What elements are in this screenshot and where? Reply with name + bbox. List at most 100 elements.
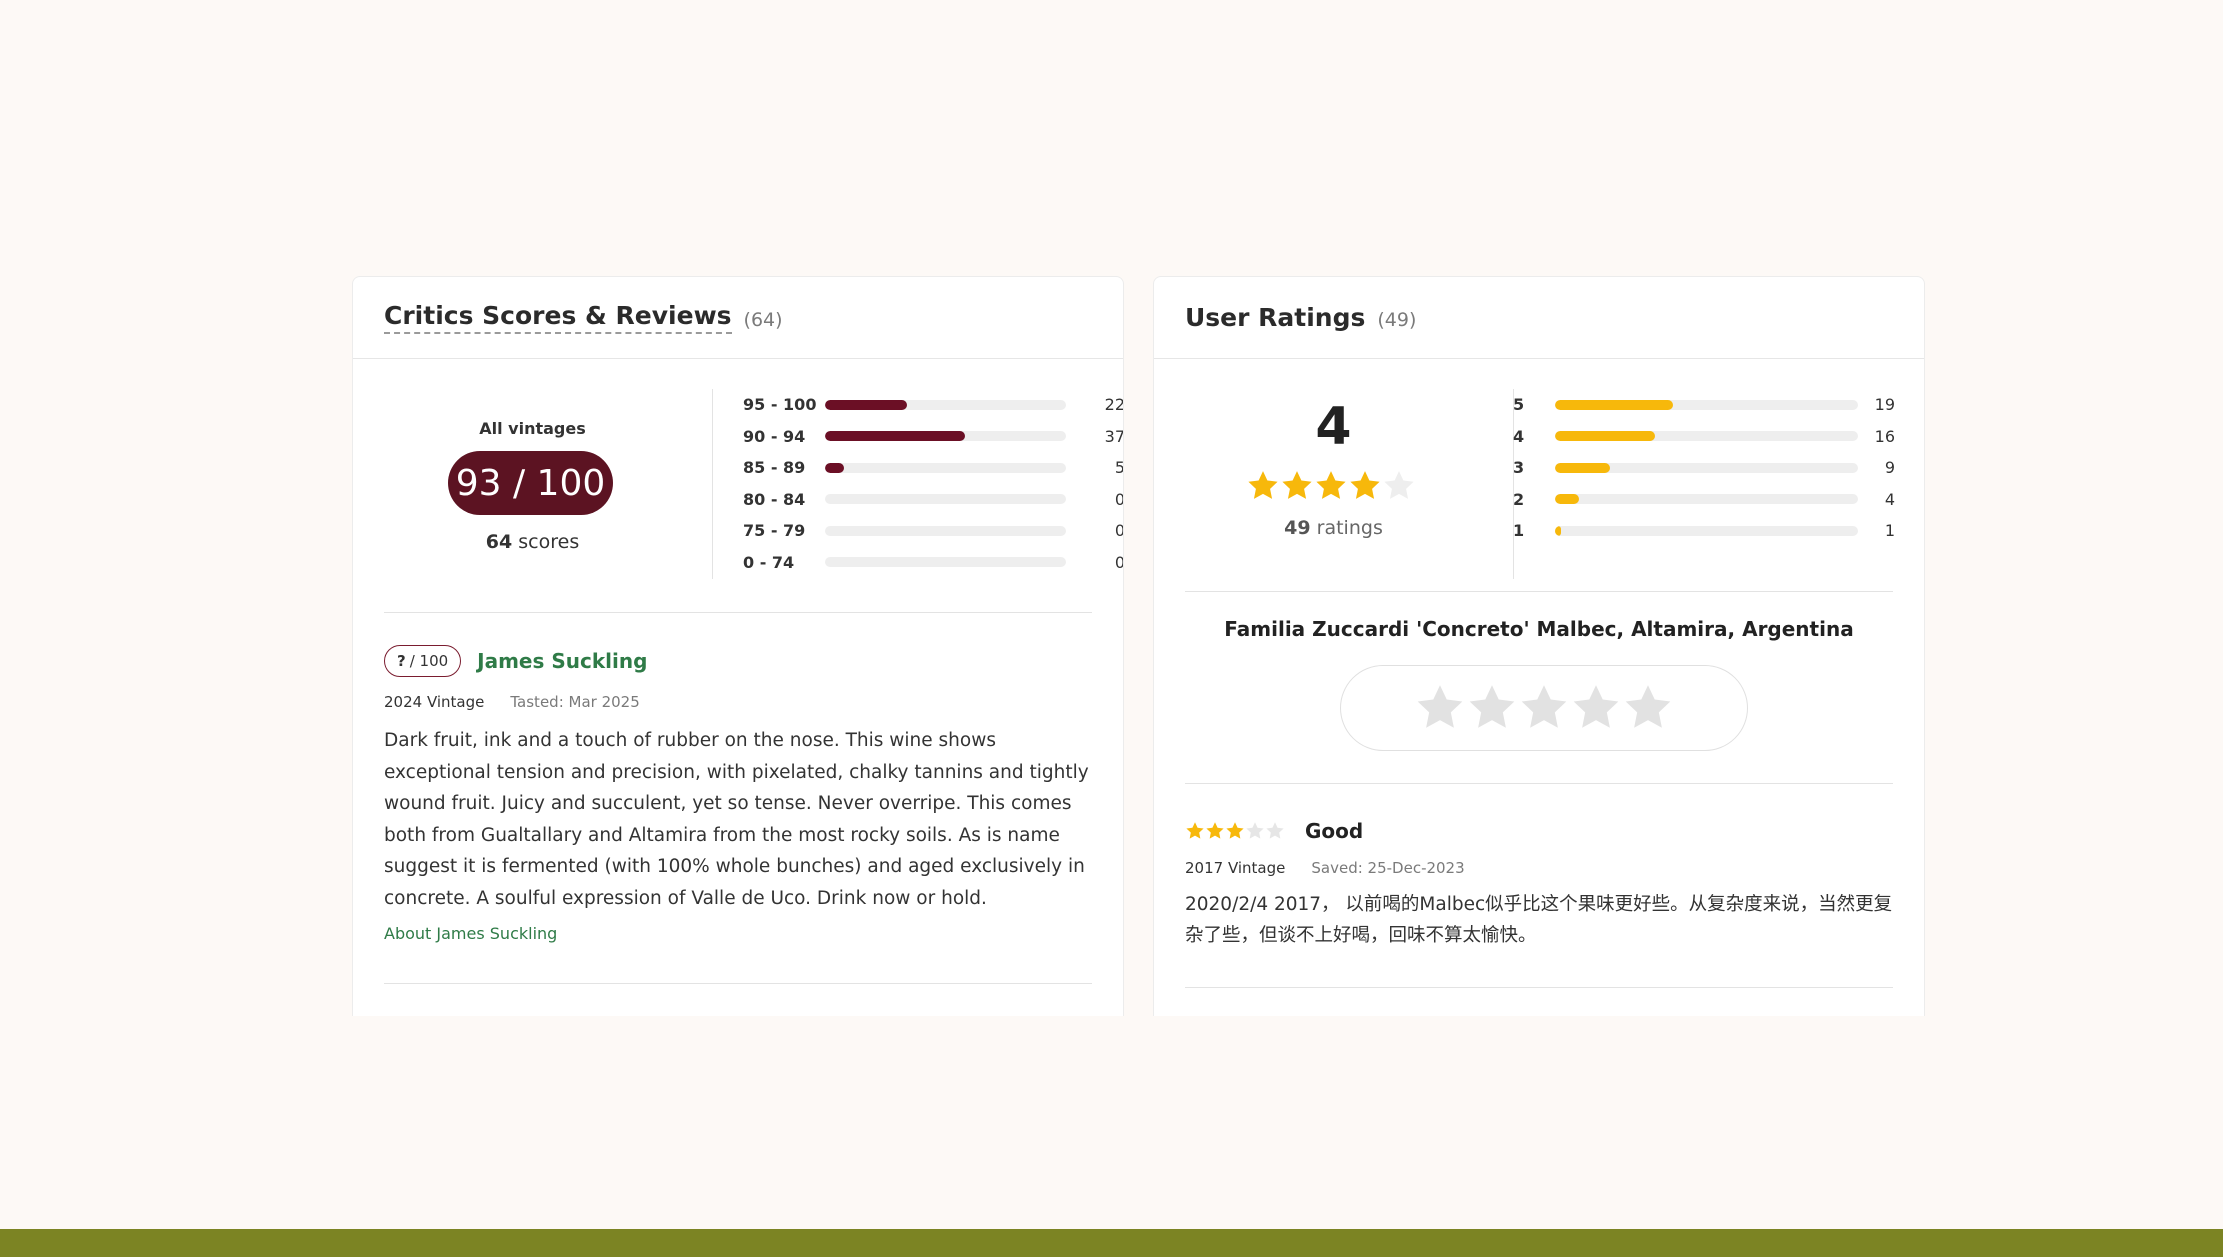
critic-score-range-row: 75 - 79 0 xyxy=(743,515,1123,547)
critic-score-range-label: 90 - 94 xyxy=(743,426,806,446)
divider xyxy=(384,983,1092,984)
user-rating-level-bar-fill xyxy=(1555,431,1655,442)
critic-score-range-label: 0 - 74 xyxy=(743,552,795,572)
user-rating-level-bar-track xyxy=(1555,431,1858,442)
rate-star-icon[interactable] xyxy=(1518,682,1570,734)
user-review-stars xyxy=(1185,821,1285,841)
user-rating-level-row: 11 xyxy=(1513,515,1895,547)
critic-score-range-bar-track xyxy=(825,525,1066,536)
user-review-meta: 2017 Vintage Saved: 25-Dec-2023 xyxy=(1185,859,1893,877)
critic-score-range-row: 90 - 94 37 xyxy=(743,421,1123,453)
critic-score-range-label: 75 - 79 xyxy=(743,521,806,541)
user-ratings-title: User Ratings xyxy=(1185,303,1366,332)
user-rating-level-bar-fill xyxy=(1555,494,1580,505)
user-rating-level-bar-fill xyxy=(1555,399,1674,410)
user-rating-level-value: 4 xyxy=(1884,489,1895,509)
critic-score-range-bar-track xyxy=(825,431,1066,442)
scores-count-word: scores xyxy=(518,531,580,553)
user-review-title: Good xyxy=(1305,819,1364,843)
critic-score-range-bar-track xyxy=(825,494,1066,505)
average-stars xyxy=(1246,469,1416,503)
critic-score-range-bar-track xyxy=(825,462,1066,473)
user-rating-level-value: 1 xyxy=(1884,521,1895,541)
rate-star-icon[interactable] xyxy=(1466,682,1518,734)
user-rating-level-value: 16 xyxy=(1874,426,1895,446)
star-icon xyxy=(1384,471,1414,499)
critic-name-link[interactable]: James Suckling xyxy=(477,649,647,673)
about-critic-link[interactable]: About James Suckling xyxy=(384,924,1092,943)
footer-bar xyxy=(0,1229,2223,1257)
user-review: Good 2017 Vintage Saved: 25-Dec-2023 202… xyxy=(1185,819,1893,951)
user-rating-level-value: 19 xyxy=(1874,395,1895,415)
user-rating-distribution: 5 19 4 16 3 9 2 4 1 1 xyxy=(1513,389,1895,547)
critic-score-range-bar-fill xyxy=(825,399,907,410)
critics-title[interactable]: Critics Scores & Reviews xyxy=(384,301,732,334)
user-rating-level-label: 5 xyxy=(1513,395,1525,415)
critics-overall: All vintages 93 / 100 64 scores xyxy=(384,389,681,579)
user-rating-level-label: 1 xyxy=(1513,521,1525,541)
critic-score-badge: ? / 100 xyxy=(384,645,462,677)
rate-star-icon[interactable] xyxy=(1622,682,1674,734)
user-rating-level-label: 2 xyxy=(1513,489,1525,509)
star-icon xyxy=(1226,822,1244,839)
rate-star-icon[interactable] xyxy=(1570,682,1622,734)
critic-score-range-bar-fill xyxy=(825,431,965,442)
rate-wine-stars[interactable] xyxy=(1340,665,1748,751)
critics-score-distribution: 95 - 100 22 90 - 94 37 85 - 89 5 80 - 84 0 75 - … xyxy=(743,389,1124,579)
critic-score-range-value: 0 xyxy=(1114,489,1124,509)
critic-score-range-value: 22 xyxy=(1104,395,1124,415)
user-ratings-panel: User Ratings (49) 4 49 ratings 5 19 4 16 3 9 2… xyxy=(1153,276,1925,1016)
user-rating-level-bar-track xyxy=(1555,525,1858,536)
critic-review-text: Dark fruit, ink and a touch of rubber on… xyxy=(384,730,1089,909)
wine-name: Familia Zuccardi 'Concreto' Malbec, Alta… xyxy=(1224,617,1854,641)
star-icon xyxy=(1350,471,1380,499)
average-rating: 4 xyxy=(1315,397,1352,457)
critic-score-range-bar-fill xyxy=(825,462,845,473)
user-review-head: Good xyxy=(1185,819,1893,843)
critic-score-range-label: 80 - 84 xyxy=(743,489,806,509)
star-icon xyxy=(1266,822,1284,839)
star-icon xyxy=(1186,822,1204,839)
critics-panel: Critics Scores & Reviews (64) All vintag… xyxy=(352,276,1124,1016)
critic-score-suffix: / 100 xyxy=(409,652,449,670)
critics-header: Critics Scores & Reviews (64) xyxy=(353,277,1123,359)
user-rating-level-value: 9 xyxy=(1884,458,1895,478)
critic-score-range-row: 95 - 100 22 xyxy=(743,389,1124,421)
ratings-count-number: 49 xyxy=(1284,517,1311,539)
critic-score-range-value: 0 xyxy=(1114,552,1124,572)
star-icon xyxy=(1316,471,1346,499)
star-icon xyxy=(1246,822,1264,839)
user-rating-level-label: 3 xyxy=(1513,458,1525,478)
user-review-text: 2020/2/4 2017， 以前喝的Malbec似乎比这个果味更好些。从复杂度… xyxy=(1185,894,1893,946)
critic-score-range-label: 95 - 100 xyxy=(743,395,817,415)
user-ratings-header: User Ratings (49) xyxy=(1154,277,1924,359)
critics-count: (64) xyxy=(743,308,783,331)
user-rating-overall: 4 49 ratings xyxy=(1185,389,1482,579)
review-vintage: 2024 Vintage xyxy=(384,693,485,711)
user-rating-level-label: 4 xyxy=(1513,426,1525,446)
review-tasted-date: Tasted: Mar 2025 xyxy=(510,693,640,711)
critic-score-value: ? xyxy=(397,652,406,670)
summary-divider xyxy=(712,389,713,579)
divider xyxy=(1185,591,1893,592)
critic-review-meta: 2024 Vintage Tasted: Mar 2025 xyxy=(384,693,1092,711)
rate-star-icon[interactable] xyxy=(1414,682,1466,734)
user-rating-level-row: 24 xyxy=(1513,484,1895,516)
star-icon xyxy=(1282,471,1312,499)
critic-score-range-bar-track xyxy=(825,557,1066,568)
star-icon xyxy=(1248,471,1278,499)
critic-score-range-bar-track xyxy=(825,399,1066,410)
ratings-count: 49 ratings xyxy=(1185,517,1482,539)
critic-score-range-row: 85 - 89 5 xyxy=(743,452,1123,484)
critic-score-range-label: 85 - 89 xyxy=(743,458,806,478)
user-rating-level-bar-track xyxy=(1555,494,1858,505)
ratings-count-word: ratings xyxy=(1316,517,1383,539)
critic-score-range-row: 80 - 84 0 xyxy=(743,484,1124,516)
user-review-saved-date: Saved: 25-Dec-2023 xyxy=(1311,859,1465,877)
critic-review-head: ? / 100 James Suckling xyxy=(384,645,1092,677)
user-rating-level-row: 4 16 xyxy=(1513,421,1895,453)
divider xyxy=(1185,783,1893,784)
user-rating-level-bar-fill xyxy=(1555,462,1610,473)
critic-score-range-row: 0 - 74 0 xyxy=(743,547,1124,579)
scores-count: 64 scores xyxy=(384,531,681,553)
